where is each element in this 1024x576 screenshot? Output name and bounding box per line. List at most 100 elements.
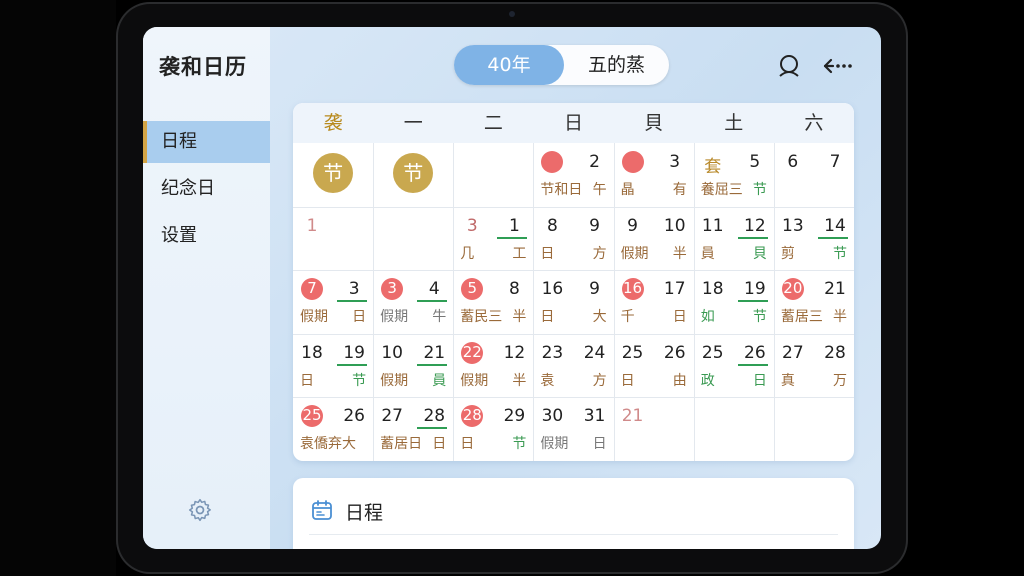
weekday-header: 袭一二日貝土六 [293, 103, 854, 143]
user-icon[interactable] [776, 54, 802, 78]
day-number: 3 [387, 279, 397, 298]
lunar-label: 假期牛 [380, 309, 447, 326]
today-underline [737, 236, 768, 239]
day-number: 10 [663, 215, 686, 236]
sidebar-item-label: 日程 [161, 131, 197, 152]
lunar-label: 袁方 [540, 372, 607, 389]
today-underline [337, 363, 368, 366]
festival-badge: 节 [393, 153, 434, 193]
lunar-label: 假期日 [540, 436, 607, 453]
day-number: 19 [343, 342, 365, 363]
toggle-month-button[interactable]: 五的蒸 [564, 45, 669, 85]
lunar-label: 蓄民三半 [460, 309, 527, 326]
day-number: 16 [623, 279, 643, 298]
day-number: 12 [744, 215, 766, 236]
more-icon[interactable] [823, 55, 853, 77]
today-underline [417, 300, 448, 303]
day-number: 21 [824, 279, 846, 300]
today-underline [818, 236, 848, 239]
weekday-label: 一 [403, 112, 423, 134]
toggle-year-button[interactable]: 40年 [454, 45, 564, 85]
sidebar-item-anniversary[interactable]: 纪念日 [143, 168, 270, 210]
background-left [0, 0, 116, 576]
day-cell[interactable] [373, 207, 453, 271]
day-number: 21 [423, 342, 446, 363]
divider [309, 534, 838, 535]
weekday-label: 六 [804, 112, 824, 134]
lunar-label: 几工 [460, 245, 527, 262]
day-number: 31 [583, 406, 606, 427]
app-screen: 袭和日历 日程 纪念日 设置 40年 五的蒸 袭 一 二 日 貝 土 六 节节 2 节和日午 3 晶… [143, 27, 881, 549]
day-number: 7 [307, 279, 317, 298]
day-number: 4 [428, 279, 440, 300]
day-number: 26 [663, 342, 686, 363]
app-title: 袭和日历 [159, 55, 247, 79]
day-number: 2 [589, 152, 600, 172]
day-number: 9 [589, 215, 600, 236]
lunar-label: 晶有 [620, 182, 687, 198]
calendar-icon [312, 500, 332, 520]
today-underline [337, 300, 368, 303]
day-number: 23 [541, 342, 564, 363]
lunar-label: 蓄居日日 [380, 436, 447, 453]
day-number: 12 [503, 342, 526, 363]
day-marker: 套 [704, 157, 722, 177]
sidebar-item-label: 纪念日 [161, 178, 215, 199]
day-number: 24 [583, 342, 606, 363]
day-number: 16 [541, 279, 564, 300]
lunar-label: 千日 [620, 309, 687, 326]
day-number: 19 [744, 279, 766, 300]
lunar-label: 如节 [700, 309, 767, 326]
day-number: 28 [423, 406, 446, 427]
day-number: 1 [306, 215, 318, 236]
day-number: 6 [787, 152, 799, 172]
sidebar-item-schedule[interactable]: 日程 [143, 121, 270, 163]
day-number: 26 [744, 342, 766, 363]
day-number: 28 [462, 406, 482, 425]
today-underline [737, 300, 768, 303]
gear-icon[interactable] [187, 497, 213, 523]
weekday-label: 二 [483, 112, 503, 134]
lunar-label: 剪节 [780, 245, 847, 262]
view-toggle: 40年 五的蒸 [454, 45, 669, 85]
today-underline [497, 236, 528, 239]
lunar-label: 袁僑弃大 [300, 436, 356, 453]
weekday-label: 土 [724, 112, 744, 134]
day-number: 3 [348, 279, 360, 300]
day-number: 5 [467, 279, 478, 298]
lunar-label: 日节 [460, 436, 527, 453]
lunar-label: 養屈三节 [700, 182, 767, 198]
day-cell[interactable] [453, 143, 533, 207]
lunar-label: 假期日 [300, 309, 367, 326]
day-number: 18 [301, 342, 323, 363]
day-number: 13 [782, 215, 804, 236]
day-number: 27 [381, 406, 403, 427]
day-number: 3 [669, 152, 681, 172]
weekday-label: 日 [563, 112, 583, 134]
month-calendar: 袭一二日貝土六 节节 2 节和日午 3 晶有套 5 養屈三节 6 7 1 3 1 几工 8 9 日方 9 10 假期… [293, 103, 854, 461]
day-number: 25 [621, 342, 644, 363]
day-cell[interactable] [774, 397, 854, 461]
today-underline [417, 427, 448, 430]
today-underline [417, 363, 448, 366]
lunar-label: 政日 [700, 372, 767, 389]
lunar-label: 日方 [540, 245, 607, 262]
day-number: 9 [589, 279, 600, 300]
lunar-label: 假期半 [460, 372, 527, 389]
day-number: 21 [621, 406, 644, 427]
schedule-card: 日程 提醒 [293, 478, 854, 549]
sidebar-item-label: 设置 [161, 225, 197, 246]
day-number: 8 [509, 279, 520, 300]
day-number: 26 [343, 406, 365, 427]
lunar-label: 假期員 [380, 372, 447, 389]
front-camera [509, 11, 515, 17]
schedule-title: 日程 [345, 502, 384, 524]
day-number: 30 [541, 406, 564, 427]
day-number: 1 [509, 215, 520, 236]
day-number: 8 [547, 215, 558, 236]
day-cell[interactable] [694, 397, 774, 461]
day-number: 25 [701, 342, 724, 363]
day-number: 9 [627, 215, 638, 236]
sidebar-item-settings[interactable]: 设置 [143, 215, 270, 257]
weekday-label: 貝 [644, 112, 664, 134]
